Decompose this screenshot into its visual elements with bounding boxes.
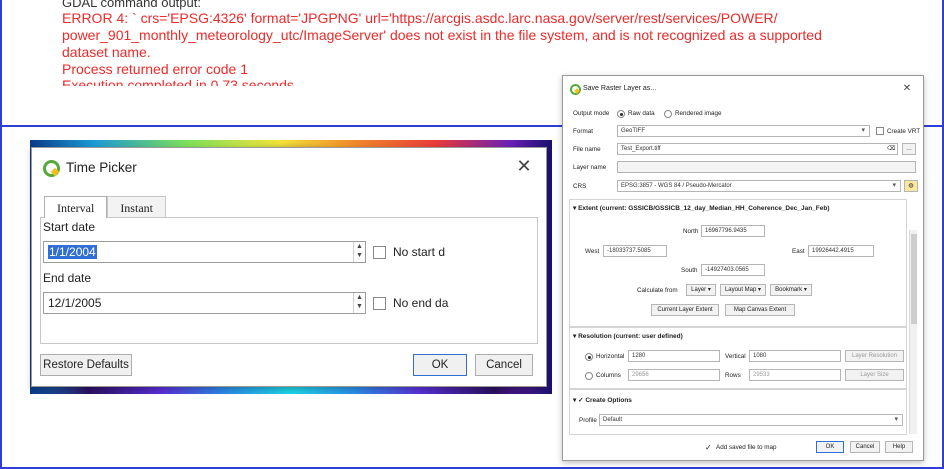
start-date-input[interactable]: 1/1/2004 ▲ ▼: [43, 241, 366, 263]
map-canvas-extent-button[interactable]: Map Canvas Extent: [725, 304, 795, 316]
vertical-input[interactable]: 1080: [749, 350, 841, 362]
layout-map-button-label: Layout Map: [724, 287, 757, 293]
file-name-label: File name: [573, 146, 601, 153]
clear-icon[interactable]: ⌫: [887, 145, 895, 152]
vertical-label: Vertical: [725, 353, 746, 360]
horizontal-label: Horizontal: [596, 353, 625, 360]
east-input[interactable]: 19926442.4915: [808, 245, 874, 257]
end-date-value: 12/1/2005: [48, 296, 102, 310]
profile-select[interactable]: Default: [599, 414, 903, 426]
crs-label: CRS: [573, 183, 587, 190]
tab-interval[interactable]: Interval: [44, 196, 108, 218]
restore-defaults-button[interactable]: Restore Defaults: [40, 354, 132, 376]
end-date-label: End date: [43, 271, 92, 285]
end-date-input[interactable]: 12/1/2005 ▲ ▼: [43, 292, 366, 314]
create-options-section-title[interactable]: ▾ ✓ Create Options: [573, 396, 903, 404]
spinner-arrows-icon[interactable]: ▲ ▼: [353, 293, 365, 313]
save-raster-dialog: Save Raster Layer as... ✕ Output mode Ra…: [562, 75, 924, 461]
bookmark-button-label: Bookmark: [775, 287, 803, 293]
rendered-image-radio[interactable]: [664, 110, 672, 118]
close-icon[interactable]: ✕: [516, 157, 532, 175]
help-button[interactable]: Help: [885, 441, 913, 453]
current-layer-extent-button[interactable]: Current Layer Extent: [651, 304, 719, 316]
dialog-title: Save Raster Layer as...: [583, 84, 657, 92]
columns-label: Columns: [596, 372, 621, 379]
log-error-line: ERROR 4: ` crs='EPSG:4326' format='JPGPN…: [62, 10, 778, 26]
scrollbar[interactable]: [909, 230, 917, 434]
create-options-title-text: Create Options: [585, 397, 632, 404]
extent-section-title[interactable]: ▾ Extent (current: GSSICB/GSSICB_12_day_…: [573, 204, 903, 212]
columns-radio[interactable]: [585, 372, 593, 380]
ok-button[interactable]: OK: [816, 441, 844, 453]
layer-name-label: Layer name: [573, 164, 607, 171]
create-vrt-label: Create VRT: [887, 128, 921, 135]
calculate-from-label: Calculate from: [637, 287, 678, 294]
raw-data-radio[interactable]: [617, 110, 625, 118]
rows-label: Rows: [725, 372, 741, 379]
format-select[interactable]: GeoTIFF: [617, 125, 870, 137]
tab-instant[interactable]: Instant: [107, 196, 166, 218]
no-start-checkbox[interactable]: [373, 246, 386, 259]
tab-bar: Interval Instant: [44, 196, 166, 218]
add-saved-label: Add saved file to map: [716, 444, 777, 451]
north-label: North: [683, 228, 699, 235]
close-icon[interactable]: ✕: [899, 81, 915, 97]
file-name-input[interactable]: Test_Export.tiff: [617, 143, 898, 155]
layer-size-button[interactable]: Layer Size: [845, 369, 904, 381]
east-label: East: [792, 248, 805, 255]
dialog-titlebar: Save Raster Layer as... ✕: [563, 76, 923, 100]
layer-dropdown-button[interactable]: Layer ▾: [686, 284, 716, 296]
qgis-logo-icon: [42, 159, 60, 177]
north-input[interactable]: 16967796.9435: [701, 225, 765, 237]
bookmark-dropdown-button[interactable]: Bookmark ▾: [770, 284, 812, 296]
time-picker-dialog: Time Picker ✕ Interval Instant Start dat…: [31, 147, 547, 387]
resolution-title-text: Resolution (current: user defined): [578, 333, 683, 340]
ok-button[interactable]: OK: [413, 354, 467, 376]
west-input[interactable]: -18033737.5085: [603, 245, 667, 257]
layer-name-input[interactable]: [617, 161, 916, 173]
west-label: West: [585, 248, 600, 255]
interval-panel: Start date 1/1/2004 ▲ ▼ No start d End da…: [40, 217, 538, 344]
layout-map-dropdown-button[interactable]: Layout Map ▾: [720, 284, 766, 296]
raw-data-label: Raw data: [628, 110, 655, 117]
south-input[interactable]: -14927403.0565: [701, 264, 765, 276]
horizontal-input[interactable]: 1280: [628, 350, 720, 362]
layer-button-label: Layer: [691, 287, 707, 293]
rendered-image-label: Rendered image: [675, 110, 722, 117]
no-end-checkbox[interactable]: [373, 297, 386, 310]
log-error-line: power_901_monthly_meteorology_utc/ImageS…: [62, 27, 822, 43]
south-label: South: [681, 267, 698, 274]
browse-button[interactable]: …: [902, 143, 916, 155]
output-mode-label: Output mode: [573, 110, 610, 117]
create-vrt-checkbox[interactable]: [876, 127, 884, 135]
add-saved-checkmark-icon[interactable]: ✓: [705, 443, 712, 452]
dialog-title: Time Picker: [66, 159, 137, 175]
no-end-label: No end da: [393, 296, 449, 310]
log-header: GDAL command output:: [62, 0, 201, 10]
dialog-titlebar: Time Picker ✕: [32, 148, 546, 186]
scrollbar-thumb[interactable]: [911, 234, 917, 324]
log-error-line: dataset name.: [62, 44, 151, 60]
columns-input[interactable]: 29656: [628, 369, 720, 381]
gdal-log-output: GDAL command output: ERROR 4: ` crs='EPS…: [62, 0, 862, 86]
horizontal-radio[interactable]: [585, 353, 593, 361]
cancel-button[interactable]: Cancel: [475, 354, 533, 376]
spinner-arrows-icon[interactable]: ▲ ▼: [353, 242, 365, 262]
extent-title-text: Extent (current: GSSICB/GSSICB_12_day_Me…: [578, 205, 830, 212]
start-date-value: 1/1/2004: [48, 245, 97, 259]
resolution-section-title[interactable]: ▾ Resolution (current: user defined): [573, 332, 903, 340]
qgis-logo-icon: [569, 83, 581, 95]
no-start-label: No start d: [393, 245, 446, 259]
rows-input[interactable]: 29533: [749, 369, 841, 381]
select-crs-icon[interactable]: ◍: [904, 180, 918, 192]
format-label: Format: [573, 128, 593, 135]
cancel-button[interactable]: Cancel: [850, 441, 880, 453]
start-date-label: Start date: [43, 220, 96, 234]
profile-label: Profile: [579, 417, 597, 424]
layer-resolution-button[interactable]: Layer Resolution: [845, 350, 904, 362]
crs-select[interactable]: EPSG:3857 - WGS 84 / Pseudo-Mercator: [617, 180, 901, 192]
